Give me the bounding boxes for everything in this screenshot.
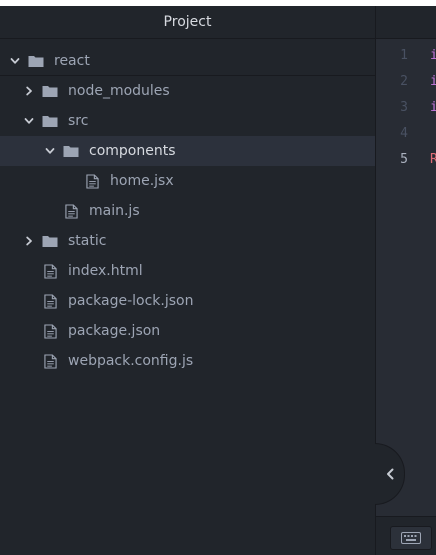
code-line-text: R xyxy=(430,152,436,167)
tree-item-package-json[interactable]: package.json xyxy=(0,316,375,346)
tree-item-package-lock-json[interactable]: package-lock.json xyxy=(0,286,375,316)
folder-icon xyxy=(42,234,58,248)
file-icon xyxy=(42,353,58,369)
code-line-text: i xyxy=(430,100,436,115)
chevron-right-icon[interactable] xyxy=(22,234,36,248)
tree-item-label: react xyxy=(54,52,90,69)
folder-icon xyxy=(63,144,79,158)
file-icon xyxy=(63,203,79,219)
code-line-text: i xyxy=(430,74,436,89)
chevron-down-icon[interactable] xyxy=(43,144,57,158)
keyboard-icon xyxy=(401,532,421,544)
tree-item-label: src xyxy=(68,113,89,129)
keyboard-button[interactable] xyxy=(390,526,432,550)
file-icon xyxy=(84,173,100,189)
chevron-down-icon[interactable] xyxy=(22,114,36,128)
tree-item-label: package-lock.json xyxy=(68,293,194,309)
file-icon xyxy=(42,293,58,309)
line-number: 1 xyxy=(400,48,408,63)
file-icon xyxy=(42,263,58,279)
tree-item-label: webpack.config.js xyxy=(68,353,194,369)
chevron-left-icon xyxy=(386,468,393,480)
tree-item-label: main.js xyxy=(89,203,140,219)
tree-item-label: home.jsx xyxy=(110,173,174,189)
tree-item-label: node_modules xyxy=(68,83,170,99)
folder-icon xyxy=(42,84,58,98)
tree-item-static[interactable]: static xyxy=(0,226,375,256)
editor-tab-bar xyxy=(375,6,436,39)
project-panel: Project react node_modulessrc components ho… xyxy=(0,6,375,555)
chevron-down-icon[interactable] xyxy=(8,54,22,68)
tree-item-home-jsx[interactable]: home.jsx xyxy=(0,166,375,196)
chevron-right-icon[interactable] xyxy=(22,84,36,98)
folder-icon xyxy=(28,54,44,68)
tree-item-webpack-config-js[interactable]: webpack.config.js xyxy=(0,346,375,376)
tree-item-components[interactable]: components xyxy=(0,136,375,166)
file-icon xyxy=(42,323,58,339)
tree-item-src[interactable]: src xyxy=(0,106,375,136)
tree-item-node-modules[interactable]: node_modules xyxy=(0,76,375,106)
tree-item-label: index.html xyxy=(68,263,143,279)
code-line-text: i xyxy=(430,48,436,63)
folder-icon xyxy=(42,114,58,128)
line-number: 5 xyxy=(400,152,408,167)
tree-item-label: package.json xyxy=(68,323,161,339)
line-number: 3 xyxy=(400,100,408,115)
status-bar xyxy=(375,516,436,555)
tree-item-label: components xyxy=(89,143,176,159)
tree-item-index-html[interactable]: index.html xyxy=(0,256,375,286)
tree-item-main-js[interactable]: main.js xyxy=(0,196,375,226)
line-number: 2 xyxy=(400,74,408,89)
panel-title[interactable]: Project xyxy=(0,6,375,39)
tree-item-label: static xyxy=(68,233,107,249)
tree-item-react[interactable]: react xyxy=(0,46,375,76)
line-number: 4 xyxy=(400,126,408,141)
